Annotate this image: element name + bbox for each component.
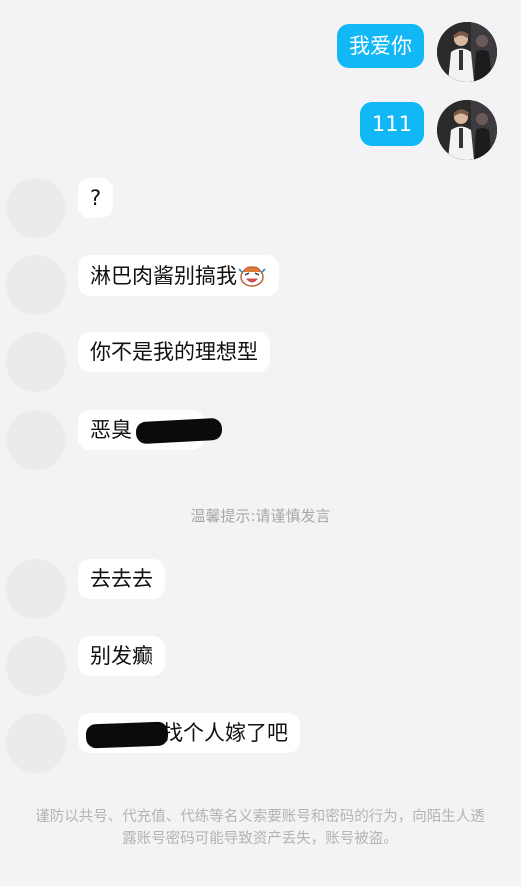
- incoming-message: 恶臭: [6, 410, 223, 470]
- system-tip: 温馨提示:请谨慎发言: [190, 507, 331, 525]
- message-text: 找个人嫁了吧: [162, 721, 288, 745]
- contact-avatar[interactable]: [6, 332, 66, 392]
- contact-avatar[interactable]: [6, 559, 66, 619]
- message-bubble[interactable]: 我爱你: [337, 24, 424, 68]
- message-bubble[interactable]: 去去去: [78, 559, 165, 599]
- laughing-face-icon: [237, 263, 267, 287]
- incoming-message: 别发癫: [6, 636, 165, 696]
- incoming-message: 你不是我的理想型: [6, 332, 270, 392]
- contact-avatar[interactable]: [6, 713, 66, 773]
- message-bubble[interactable]: 你不是我的理想型: [78, 332, 270, 372]
- message-bubble[interactable]: ?: [78, 178, 114, 218]
- my-avatar[interactable]: [437, 22, 497, 82]
- incoming-message: 找个人嫁了吧: [6, 713, 300, 773]
- redaction-scribble: [135, 417, 223, 445]
- contact-avatar[interactable]: [6, 255, 66, 315]
- incoming-message: 去去去: [6, 559, 165, 619]
- redaction-scribble: [85, 721, 169, 749]
- contact-avatar[interactable]: [6, 178, 66, 238]
- message-bubble[interactable]: 找个人嫁了吧: [78, 713, 300, 753]
- message-text: 恶臭: [90, 418, 132, 442]
- contact-avatar[interactable]: [6, 410, 66, 470]
- incoming-message: ?: [6, 178, 114, 238]
- outgoing-message: 111: [359, 100, 497, 160]
- message-bubble[interactable]: 别发癫: [78, 636, 165, 676]
- message-bubble[interactable]: 恶臭: [78, 410, 223, 450]
- message-bubble[interactable]: 淋巴肉酱别搞我: [78, 255, 279, 296]
- contact-avatar[interactable]: [6, 636, 66, 696]
- incoming-message: 淋巴肉酱别搞我: [6, 255, 279, 315]
- security-notice: 谨防以共号、代充值、代练等名义索要账号和密码的行为，向陌生人透露账号密码可能导致…: [35, 809, 485, 847]
- chat-area: 我爱你 111 ? 淋巴肉酱别搞我 你不是我的理想型 恶臭 温馨提示:请谨慎发言…: [0, 0, 521, 886]
- my-avatar[interactable]: [437, 100, 497, 160]
- message-text: 淋巴肉酱别搞我: [90, 264, 237, 288]
- outgoing-message: 我爱你: [337, 22, 497, 82]
- message-bubble[interactable]: 111: [359, 102, 424, 146]
